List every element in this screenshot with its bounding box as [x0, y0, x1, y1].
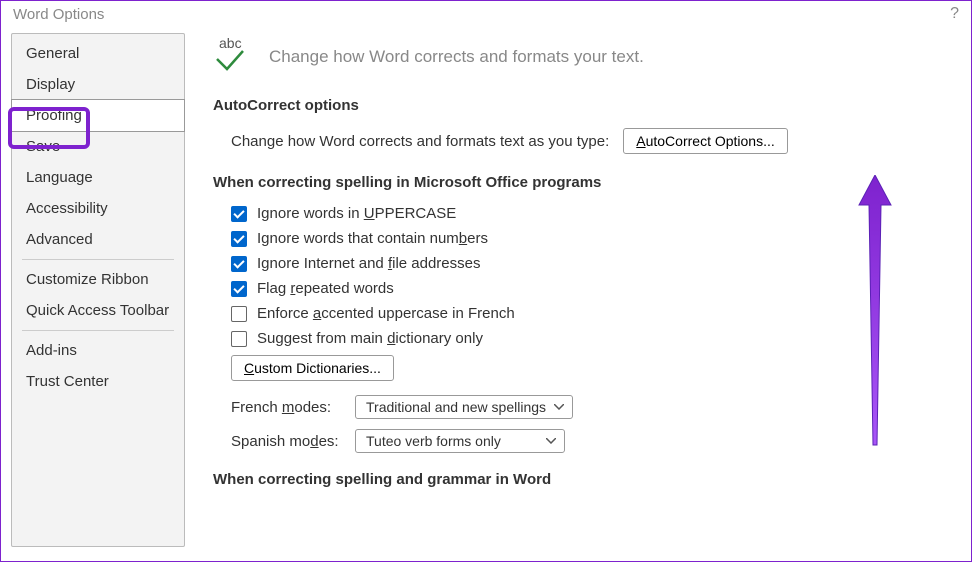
autocorrect-row: Change how Word corrects and formats tex…	[231, 128, 941, 154]
proofing-icon: abc	[213, 41, 253, 73]
autocorrect-prompt: Change how Word corrects and formats tex…	[231, 133, 609, 150]
check-flag-repeated[interactable]	[231, 281, 247, 297]
sidebar-item-general[interactable]: General	[12, 38, 184, 69]
sidebar: General Display Proofing Save Language A…	[11, 33, 185, 547]
check-enforce-accented-label: Enforce accented uppercase in French	[257, 305, 515, 322]
french-modes-row: French modes: Traditional and new spelli…	[231, 395, 941, 419]
french-modes-value: Traditional and new spellings	[366, 399, 546, 415]
check-ignore-numbers[interactable]	[231, 231, 247, 247]
check-flag-repeated-label: Flag repeated words	[257, 280, 394, 297]
check-ignore-internet-label: Ignore Internet and file addresses	[257, 255, 481, 272]
sidebar-item-save[interactable]: Save	[12, 131, 184, 162]
spanish-modes-label: Spanish modes:	[231, 433, 341, 450]
spanish-modes-value: Tuteo verb forms only	[366, 433, 501, 449]
check-suggest-main-dict[interactable]	[231, 331, 247, 347]
check-enforce-accented-row: Enforce accented uppercase in French	[231, 305, 941, 322]
chevron-down-icon	[554, 404, 564, 410]
window-title: Word Options	[13, 6, 104, 23]
section-grammar-title: When correcting spelling and grammar in …	[213, 471, 941, 488]
check-flag-repeated-row: Flag repeated words	[231, 280, 941, 297]
spanish-modes-row: Spanish modes: Tuteo verb forms only	[231, 429, 941, 453]
check-ignore-numbers-row: Ignore words that contain numbers	[231, 230, 941, 247]
section-autocorrect-title: AutoCorrect options	[213, 97, 941, 114]
sidebar-item-quick-access-toolbar[interactable]: Quick Access Toolbar	[12, 295, 184, 326]
check-suggest-main-dict-row: Suggest from main dictionary only	[231, 330, 941, 347]
check-suggest-main-dict-label: Suggest from main dictionary only	[257, 330, 483, 347]
check-enforce-accented[interactable]	[231, 306, 247, 322]
spelling-options: Ignore words in UPPERCASE Ignore words t…	[213, 205, 941, 453]
check-ignore-numbers-label: Ignore words that contain numbers	[257, 230, 488, 247]
sidebar-item-display[interactable]: Display	[12, 69, 184, 100]
sidebar-item-language[interactable]: Language	[12, 162, 184, 193]
sidebar-item-customize-ribbon[interactable]: Customize Ribbon	[12, 264, 184, 295]
abc-label: abc	[219, 35, 242, 51]
sidebar-item-proofing[interactable]: Proofing	[11, 99, 185, 132]
hero: abc Change how Word corrects and formats…	[213, 33, 941, 91]
dialog-body: General Display Proofing Save Language A…	[1, 27, 971, 557]
custom-dictionaries-button[interactable]: Custom Dictionaries...	[231, 355, 394, 381]
french-modes-label: French modes:	[231, 399, 341, 416]
help-button[interactable]: ?	[950, 5, 959, 23]
titlebar: Word Options ?	[1, 1, 971, 27]
sidebar-item-advanced[interactable]: Advanced	[12, 224, 184, 255]
french-modes-dropdown[interactable]: Traditional and new spellings	[355, 395, 573, 419]
sidebar-item-accessibility[interactable]: Accessibility	[12, 193, 184, 224]
check-ignore-uppercase-row: Ignore words in UPPERCASE	[231, 205, 941, 222]
autocorrect-options-button[interactable]: AutoCorrect Options...	[623, 128, 788, 154]
main-panel: abc Change how Word corrects and formats…	[185, 33, 961, 547]
sidebar-item-add-ins[interactable]: Add-ins	[12, 335, 184, 366]
check-ignore-internet-row: Ignore Internet and file addresses	[231, 255, 941, 272]
hero-text: Change how Word corrects and formats you…	[269, 47, 644, 67]
check-ignore-uppercase-label: Ignore words in UPPERCASE	[257, 205, 456, 222]
section-spelling-title: When correcting spelling in Microsoft Of…	[213, 174, 941, 191]
sidebar-item-trust-center[interactable]: Trust Center	[12, 366, 184, 397]
spanish-modes-dropdown[interactable]: Tuteo verb forms only	[355, 429, 565, 453]
check-ignore-uppercase[interactable]	[231, 206, 247, 222]
autocorrect-btn-rest: utoCorrect Options...	[646, 133, 775, 149]
check-ignore-internet[interactable]	[231, 256, 247, 272]
chevron-down-icon	[546, 438, 556, 444]
